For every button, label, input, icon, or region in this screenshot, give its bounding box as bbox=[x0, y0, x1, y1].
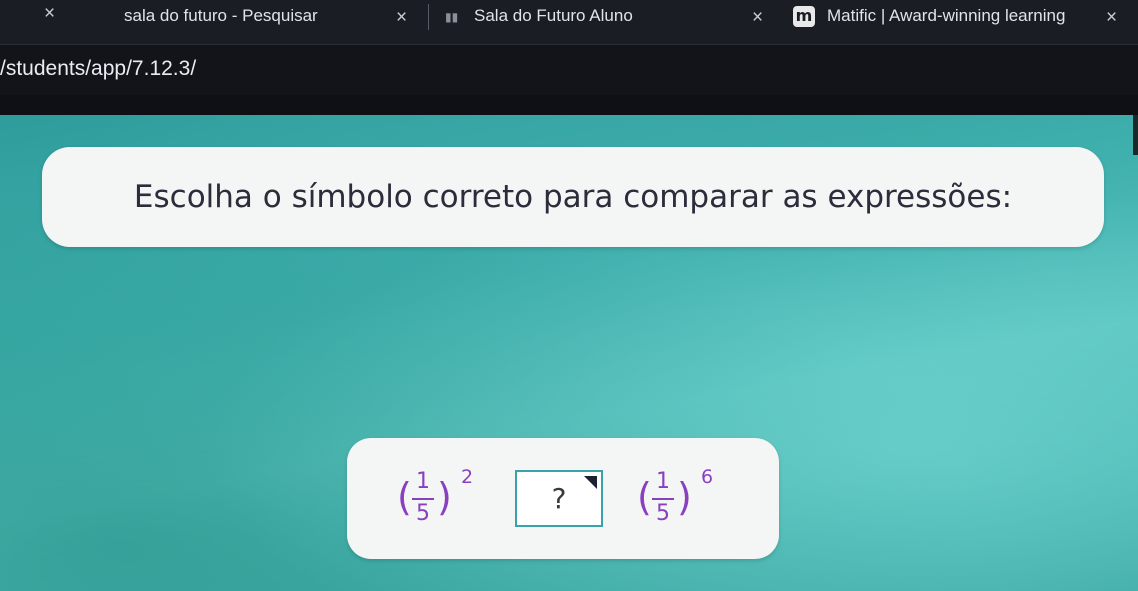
left-denominator: 5 bbox=[416, 501, 430, 526]
left-exponent: 2 bbox=[461, 466, 474, 488]
expression-panel: ( 1 5 ) 2 ? ( 1 5 ) 6 bbox=[347, 438, 779, 559]
right-numerator: 1 bbox=[656, 469, 670, 494]
tab-sala-do-futuro-aluno[interactable]: Sala do Futuro Aluno bbox=[474, 6, 754, 26]
browser-tab-bar: × sala do futuro - Pesquisar × ▮▮ Sala d… bbox=[0, 0, 1138, 44]
close-tab-icon[interactable]: × bbox=[752, 8, 763, 27]
close-tab-icon[interactable]: × bbox=[44, 4, 55, 23]
close-tab-icon[interactable]: × bbox=[1106, 8, 1117, 27]
url-text[interactable]: /students/app/7.12.3/ bbox=[0, 57, 196, 81]
edge-shadow bbox=[1133, 115, 1138, 155]
matific-logo-icon: m bbox=[793, 6, 815, 27]
comparison-symbol-dropdown[interactable]: ? bbox=[515, 470, 603, 527]
question-text: Escolha o símbolo correto para comparar … bbox=[133, 179, 1013, 215]
page-icon: ▮▮ bbox=[445, 10, 459, 24]
tab-divider bbox=[428, 4, 429, 30]
tab-sala-do-futuro-pesquisar[interactable]: sala do futuro - Pesquisar bbox=[124, 6, 354, 26]
open-paren: ( bbox=[397, 475, 412, 519]
fraction-bar bbox=[412, 498, 434, 500]
right-exponent: 6 bbox=[701, 466, 714, 488]
tab-matific[interactable]: Matific | Award-winning learning bbox=[827, 6, 1089, 26]
address-bar[interactable]: /students/app/7.12.3/ bbox=[0, 44, 1138, 96]
close-paren: ) bbox=[437, 475, 452, 519]
toolbar-strip bbox=[0, 95, 1138, 115]
dropdown-corner-icon[interactable] bbox=[584, 476, 597, 489]
fraction-bar bbox=[652, 498, 674, 500]
left-expression: ( 1 5 ) 2 bbox=[397, 463, 507, 533]
left-numerator: 1 bbox=[416, 469, 430, 494]
open-paren: ( bbox=[637, 475, 652, 519]
close-paren: ) bbox=[677, 475, 692, 519]
right-denominator: 5 bbox=[656, 501, 670, 526]
question-panel: Escolha o símbolo correto para comparar … bbox=[42, 147, 1104, 247]
close-tab-icon[interactable]: × bbox=[396, 8, 407, 27]
right-expression: ( 1 5 ) 6 bbox=[637, 463, 747, 533]
